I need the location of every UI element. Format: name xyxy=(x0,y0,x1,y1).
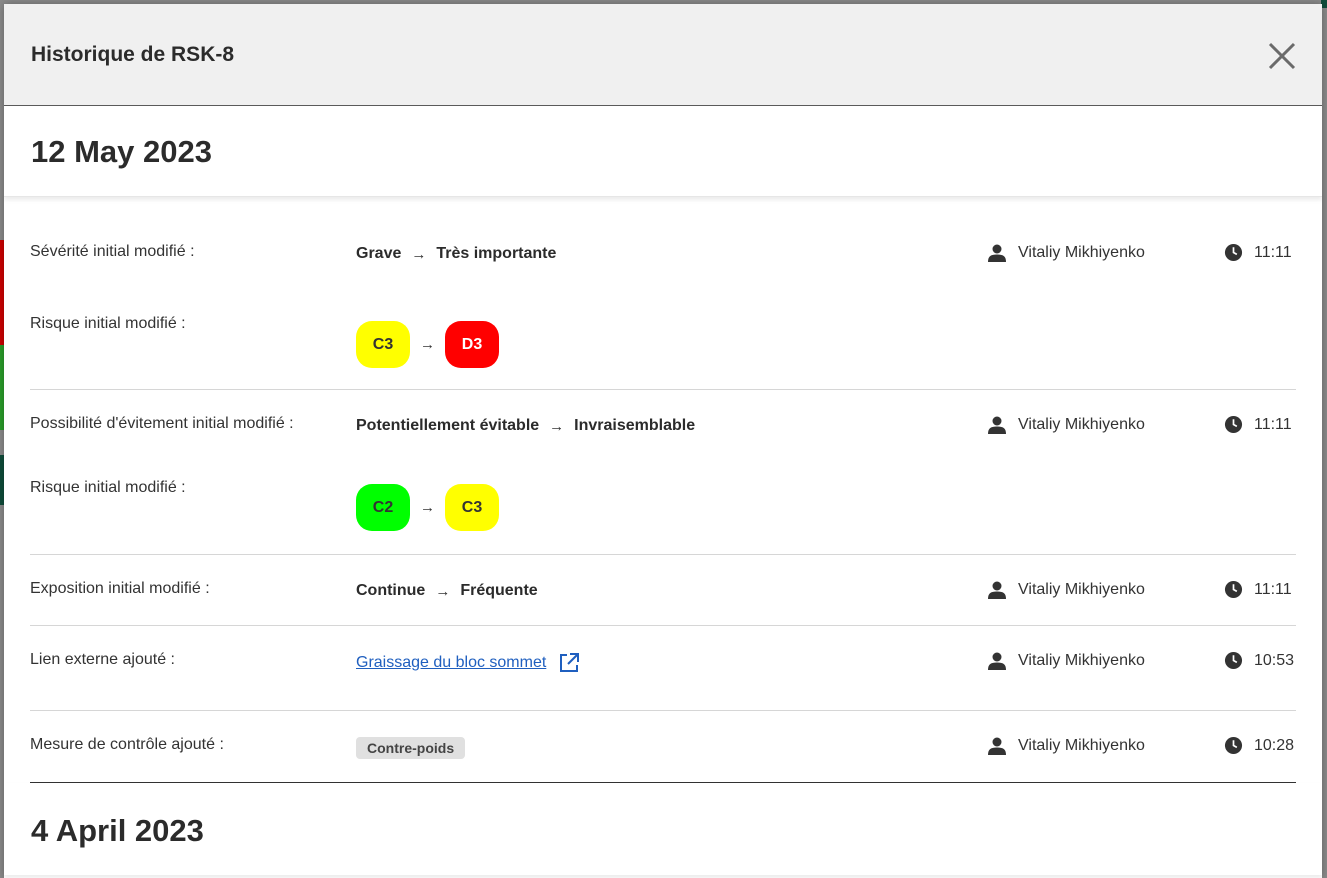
risk-change: C2 → C3 xyxy=(356,484,499,531)
clock-icon xyxy=(1224,243,1243,262)
change-label: Risque initial modifié : xyxy=(30,315,186,332)
close-button[interactable] xyxy=(1266,40,1298,72)
risk-badge-new: C3 xyxy=(445,484,499,531)
time-info: 11:11 xyxy=(1224,580,1292,599)
history-entries: Sévérité initial modifié : Grave → Très … xyxy=(4,197,1322,875)
external-link-icon[interactable] xyxy=(558,652,580,674)
user-info: Vitaliy Mikhiyenko xyxy=(987,651,1145,671)
change-values: Graissage du bloc sommet xyxy=(356,652,580,674)
history-entry: Lien externe ajouté : Graissage du bloc … xyxy=(30,626,1296,711)
change-label: Exposition initial modifié : xyxy=(30,580,210,597)
old-value: Potentiellement évitable xyxy=(356,417,540,434)
change-label: Mesure de contrôle ajouté : xyxy=(30,736,224,753)
change-label: Sévérité initial modifié : xyxy=(30,243,195,260)
arrow-icon: → xyxy=(435,582,451,600)
user-info: Vitaliy Mikhiyenko xyxy=(987,415,1145,435)
close-icon xyxy=(1268,42,1296,70)
change-row: Mesure de contrôle ajouté : Contre-poids… xyxy=(30,711,1296,782)
time-value: 11:11 xyxy=(1254,243,1292,261)
new-value: Très importante xyxy=(436,245,557,262)
person-icon xyxy=(988,652,1006,670)
person-icon xyxy=(988,416,1006,434)
user-name: Vitaliy Mikhiyenko xyxy=(1018,737,1145,754)
arrow-icon: → xyxy=(420,499,435,516)
change-values: Potentiellement évitable → Invraisemblab… xyxy=(356,417,695,435)
user-name: Vitaliy Mikhiyenko xyxy=(1018,581,1145,598)
user-info: Vitaliy Mikhiyenko xyxy=(987,580,1145,600)
risk-badge-old: C3 xyxy=(356,321,410,368)
person-icon xyxy=(988,244,1006,262)
date-title: 12 May 2023 xyxy=(31,134,212,169)
user-name: Vitaliy Mikhiyenko xyxy=(1018,652,1145,669)
control-measure-tag: Contre-poids xyxy=(356,737,466,759)
time-value: 10:53 xyxy=(1254,651,1295,669)
clock-icon xyxy=(1224,736,1243,755)
time-info: 11:11 xyxy=(1224,415,1292,434)
date-header: 4 April 2023 xyxy=(4,783,1322,875)
change-row: Exposition initial modifié : Continue → … xyxy=(30,555,1296,625)
clock-icon xyxy=(1224,580,1243,599)
change-label: Risque initial modifié : xyxy=(30,479,186,496)
time-info: 11:11 xyxy=(1224,243,1292,262)
risk-change: C3 → D3 xyxy=(356,321,499,368)
time-value: 11:11 xyxy=(1254,580,1292,598)
history-entry: Mesure de contrôle ajouté : Contre-poids… xyxy=(30,711,1296,783)
new-value: Invraisemblable xyxy=(574,417,696,434)
clock-icon xyxy=(1224,651,1243,670)
change-row: Sévérité initial modifié : Grave → Très … xyxy=(30,231,1296,303)
clock-icon xyxy=(1224,415,1243,434)
time-value: 10:28 xyxy=(1254,736,1295,754)
change-values: Contre-poids xyxy=(356,737,466,759)
arrow-icon: → xyxy=(549,417,565,435)
modal-header: Historique de RSK-8 xyxy=(4,4,1322,106)
user-name: Vitaliy Mikhiyenko xyxy=(1018,416,1145,433)
history-entry: Possibilité d'évitement initial modifié … xyxy=(30,390,1296,555)
change-values: Grave → Très importante xyxy=(356,245,556,263)
user-info: Vitaliy Mikhiyenko xyxy=(987,243,1145,263)
time-info: 10:28 xyxy=(1224,736,1294,755)
person-icon xyxy=(988,581,1006,599)
risk-badge-old: C2 xyxy=(356,484,410,531)
arrow-icon: → xyxy=(411,245,427,263)
change-label: Possibilité d'évitement initial modifié … xyxy=(30,415,294,432)
history-entry: Exposition initial modifié : Continue → … xyxy=(30,555,1296,626)
date-header: 12 May 2023 xyxy=(4,106,1322,197)
change-row: Lien externe ajouté : Graissage du bloc … xyxy=(30,626,1296,710)
external-link[interactable]: Graissage du bloc sommet xyxy=(356,654,546,672)
change-label: Lien externe ajouté : xyxy=(30,651,175,668)
date-title: 4 April 2023 xyxy=(31,813,204,848)
arrow-icon: → xyxy=(420,336,435,353)
change-values: Continue → Fréquente xyxy=(356,582,538,600)
change-row: Possibilité d'évitement initial modifié … xyxy=(30,390,1296,462)
new-value: Fréquente xyxy=(460,582,538,599)
user-name: Vitaliy Mikhiyenko xyxy=(1018,244,1145,261)
time-value: 11:11 xyxy=(1254,415,1292,433)
history-entry: Sévérité initial modifié : Grave → Très … xyxy=(30,231,1296,390)
old-value: Grave xyxy=(356,245,402,262)
change-row: Risque initial modifié : C3 → D3 xyxy=(30,303,1296,389)
history-modal: Historique de RSK-8 12 May 2023 Sévérité… xyxy=(4,4,1322,878)
person-icon xyxy=(988,737,1006,755)
old-value: Continue xyxy=(356,582,426,599)
change-row: Risque initial modifié : C2 → C3 xyxy=(30,462,1296,554)
modal-title: Historique de RSK-8 xyxy=(31,43,235,66)
time-info: 10:53 xyxy=(1224,651,1294,670)
user-info: Vitaliy Mikhiyenko xyxy=(987,736,1145,756)
risk-badge-new: D3 xyxy=(445,321,499,368)
